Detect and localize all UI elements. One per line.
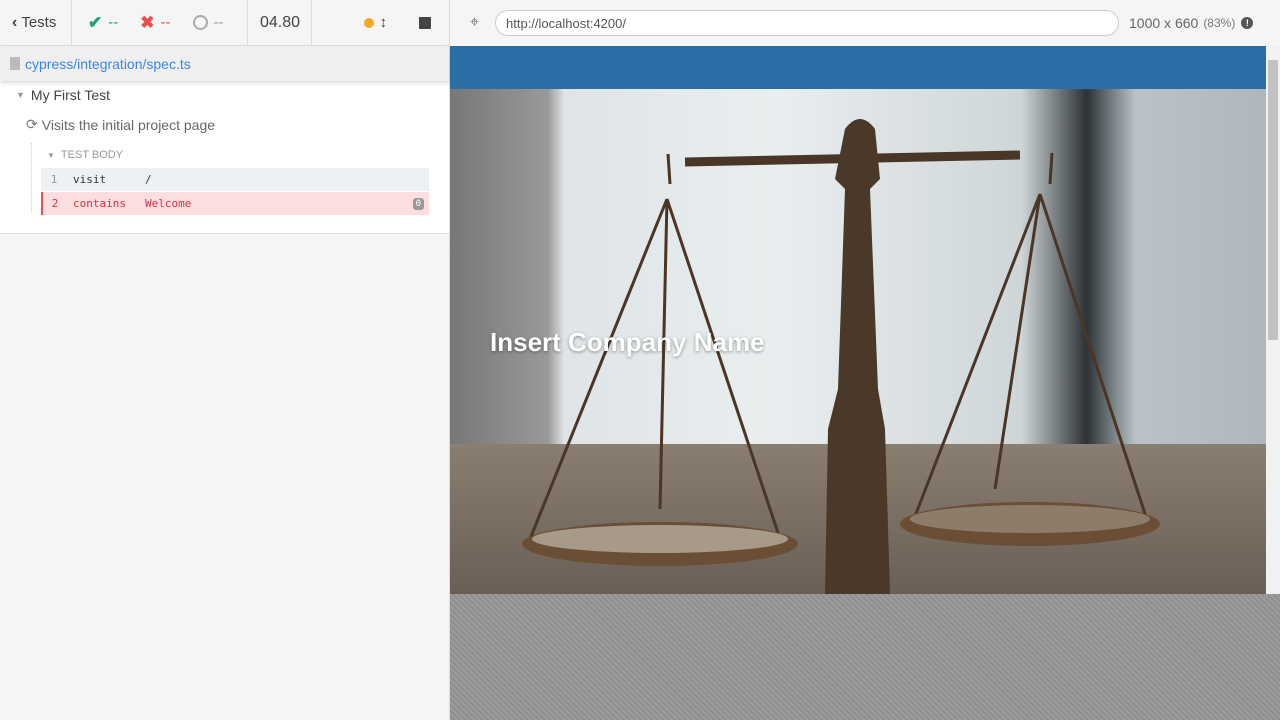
- stats: ✔ -- ✖ -- --: [72, 0, 248, 46]
- url-input[interactable]: http://localhost:4200/: [495, 10, 1120, 36]
- spec-file-bar: cypress/integration/spec.ts: [0, 46, 449, 81]
- duration: 04.80: [248, 0, 312, 46]
- chevron-left-icon: ‹: [12, 13, 18, 31]
- hook-item[interactable]: ▼ TEST BODY: [47, 149, 123, 161]
- command-number: 2: [51, 197, 59, 210]
- app-preview-panel: ⌖ http://localhost:4200/ 1000 x 660 (83%…: [450, 0, 1280, 720]
- check-icon: ✔: [88, 12, 103, 32]
- viewport-size: 1000 x 660: [1129, 15, 1199, 31]
- suite-item[interactable]: ▼ My First Test: [16, 87, 110, 103]
- hero-image: Insert Company Name: [450, 89, 1266, 594]
- vertical-arrows-icon: ↕: [379, 14, 388, 31]
- app-navbar: [450, 46, 1280, 89]
- selector-playground-icon[interactable]: ⌖: [470, 14, 479, 32]
- command-message: Welcome: [145, 197, 192, 210]
- back-label: Tests: [21, 14, 57, 31]
- pending-circle-icon: [192, 15, 208, 30]
- command-message: /: [145, 173, 152, 186]
- url-text: http://localhost:4200/: [506, 15, 626, 31]
- suite-title: My First Test: [30, 87, 110, 103]
- info-icon[interactable]: !: [1241, 17, 1254, 29]
- reporter-panel: ‹ Tests ✔ -- ✖ -- -- 04.80 ↕ cypress/integ…: [0, 0, 450, 720]
- viewport-scale: (83%): [1203, 16, 1236, 30]
- passed-count: --: [108, 14, 119, 31]
- command-name: contains: [73, 197, 126, 210]
- app-iframe: Insert Company Name: [450, 46, 1280, 594]
- refresh-icon: ⟳: [26, 116, 38, 132]
- back-to-tests-button[interactable]: ‹ Tests: [0, 0, 72, 46]
- command-row[interactable]: 1 visit /: [41, 168, 429, 191]
- pending-count: --: [213, 14, 224, 31]
- auto-scroll-toggle[interactable]: ↕: [363, 14, 388, 31]
- reporter-header: ‹ Tests ✔ -- ✖ -- -- 04.80 ↕: [0, 0, 449, 46]
- caret-down-icon: ▼: [16, 90, 25, 100]
- test-item[interactable]: ⟳ Visits the initial project page: [26, 116, 215, 133]
- failed-count: --: [160, 14, 171, 31]
- caret-down-icon: ▼: [47, 150, 55, 160]
- file-icon: [10, 57, 20, 70]
- x-icon: ✖: [140, 12, 155, 32]
- spec-path-link[interactable]: cypress/integration/spec.ts: [25, 56, 191, 72]
- hook-title: TEST BODY: [60, 149, 124, 161]
- app-scrollbar[interactable]: [1266, 46, 1280, 594]
- company-name-heading: Insert Company Name: [490, 327, 765, 357]
- element-count-badge: 0: [412, 197, 424, 210]
- command-row[interactable]: 2 contains Welcome 0: [41, 192, 429, 215]
- scrollbar-thumb[interactable]: [1268, 60, 1278, 340]
- duration-value: 04.80: [260, 13, 301, 31]
- command-name: visit: [73, 173, 107, 186]
- url-bar: ⌖ http://localhost:4200/ 1000 x 660 (83%…: [450, 0, 1280, 46]
- test-list: ▼ My First Test ⟳ Visits the initial pro…: [0, 81, 449, 234]
- command-number: 1: [50, 173, 58, 186]
- test-title: Visits the initial project page: [41, 116, 216, 133]
- stop-button[interactable]: [419, 16, 431, 29]
- running-dot-icon: [363, 17, 374, 28]
